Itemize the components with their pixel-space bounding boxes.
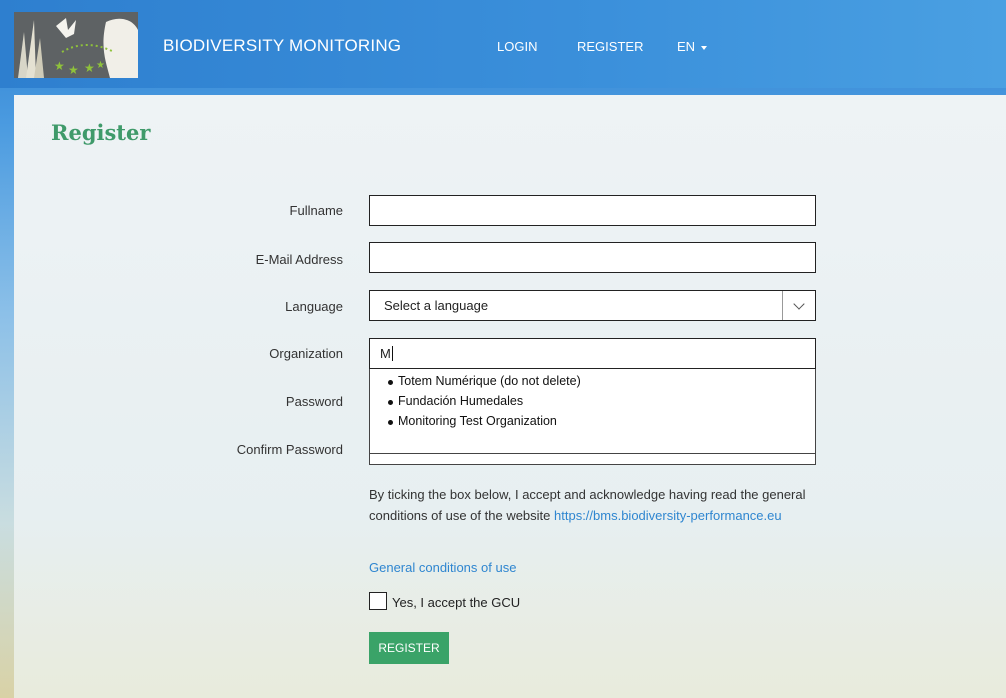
organization-suggestions: Totem Numérique (do not delete) Fundació…	[369, 369, 816, 463]
suggestion-item[interactable]: Totem Numérique (do not delete)	[388, 374, 581, 388]
gcu-link[interactable]: General conditions of use	[369, 560, 516, 575]
terms-text: By ticking the box below, I accept and a…	[369, 484, 809, 526]
top-navbar: ★ ★ ★ ★ BIODIVERSITY MONITORING LOGIN RE…	[0, 0, 1006, 88]
svg-text:★: ★	[96, 60, 105, 71]
suggestion-item[interactable]: Fundación Humedales	[387, 394, 523, 408]
language-select[interactable]: Select a language	[369, 290, 816, 321]
svg-text:★: ★	[84, 61, 95, 75]
email-input[interactable]	[369, 242, 816, 273]
register-submit-button[interactable]: REGISTER	[369, 632, 449, 664]
svg-text:★: ★	[68, 63, 79, 77]
language-select-value: Select a language	[384, 298, 489, 313]
caret-down-icon	[701, 45, 708, 50]
nav-login-link[interactable]: LOGIN	[497, 39, 537, 54]
accept-gcu-checkbox[interactable]	[369, 592, 387, 610]
fullname-label: Fullname	[289, 203, 343, 218]
select-toggle-button[interactable]	[782, 291, 815, 320]
organization-label: Organization	[269, 346, 343, 361]
chevron-down-icon	[793, 297, 805, 310]
logo-image[interactable]: ★ ★ ★ ★	[14, 12, 138, 78]
confirm-password-input[interactable]	[369, 453, 816, 465]
language-menu-label: EN	[677, 39, 696, 54]
suggestion-item[interactable]: Monitoring Test Organization	[388, 414, 557, 428]
fullname-input[interactable]	[369, 195, 816, 226]
language-label: Language	[285, 299, 343, 314]
page-title: Register	[51, 120, 151, 145]
brand-title[interactable]: BIODIVERSITY MONITORING	[163, 36, 401, 56]
organization-input[interactable]: M	[369, 338, 816, 369]
svg-text:★: ★	[54, 59, 65, 73]
confirm-password-label: Confirm Password	[236, 442, 343, 457]
terms-url-link[interactable]: https://bms.biodiversity-performance.eu	[554, 508, 782, 523]
nav-register-link[interactable]: REGISTER	[577, 39, 643, 54]
text-cursor	[391, 346, 393, 361]
email-label: E-Mail Address	[255, 252, 343, 267]
password-label: Password	[285, 394, 343, 409]
language-menu[interactable]: EN	[677, 39, 708, 54]
organization-input-value: M	[380, 346, 391, 361]
register-panel: Register Fullname E-Mail Address Languag…	[14, 95, 1006, 698]
accept-gcu-label[interactable]: Yes, I accept the GCU	[392, 595, 520, 610]
